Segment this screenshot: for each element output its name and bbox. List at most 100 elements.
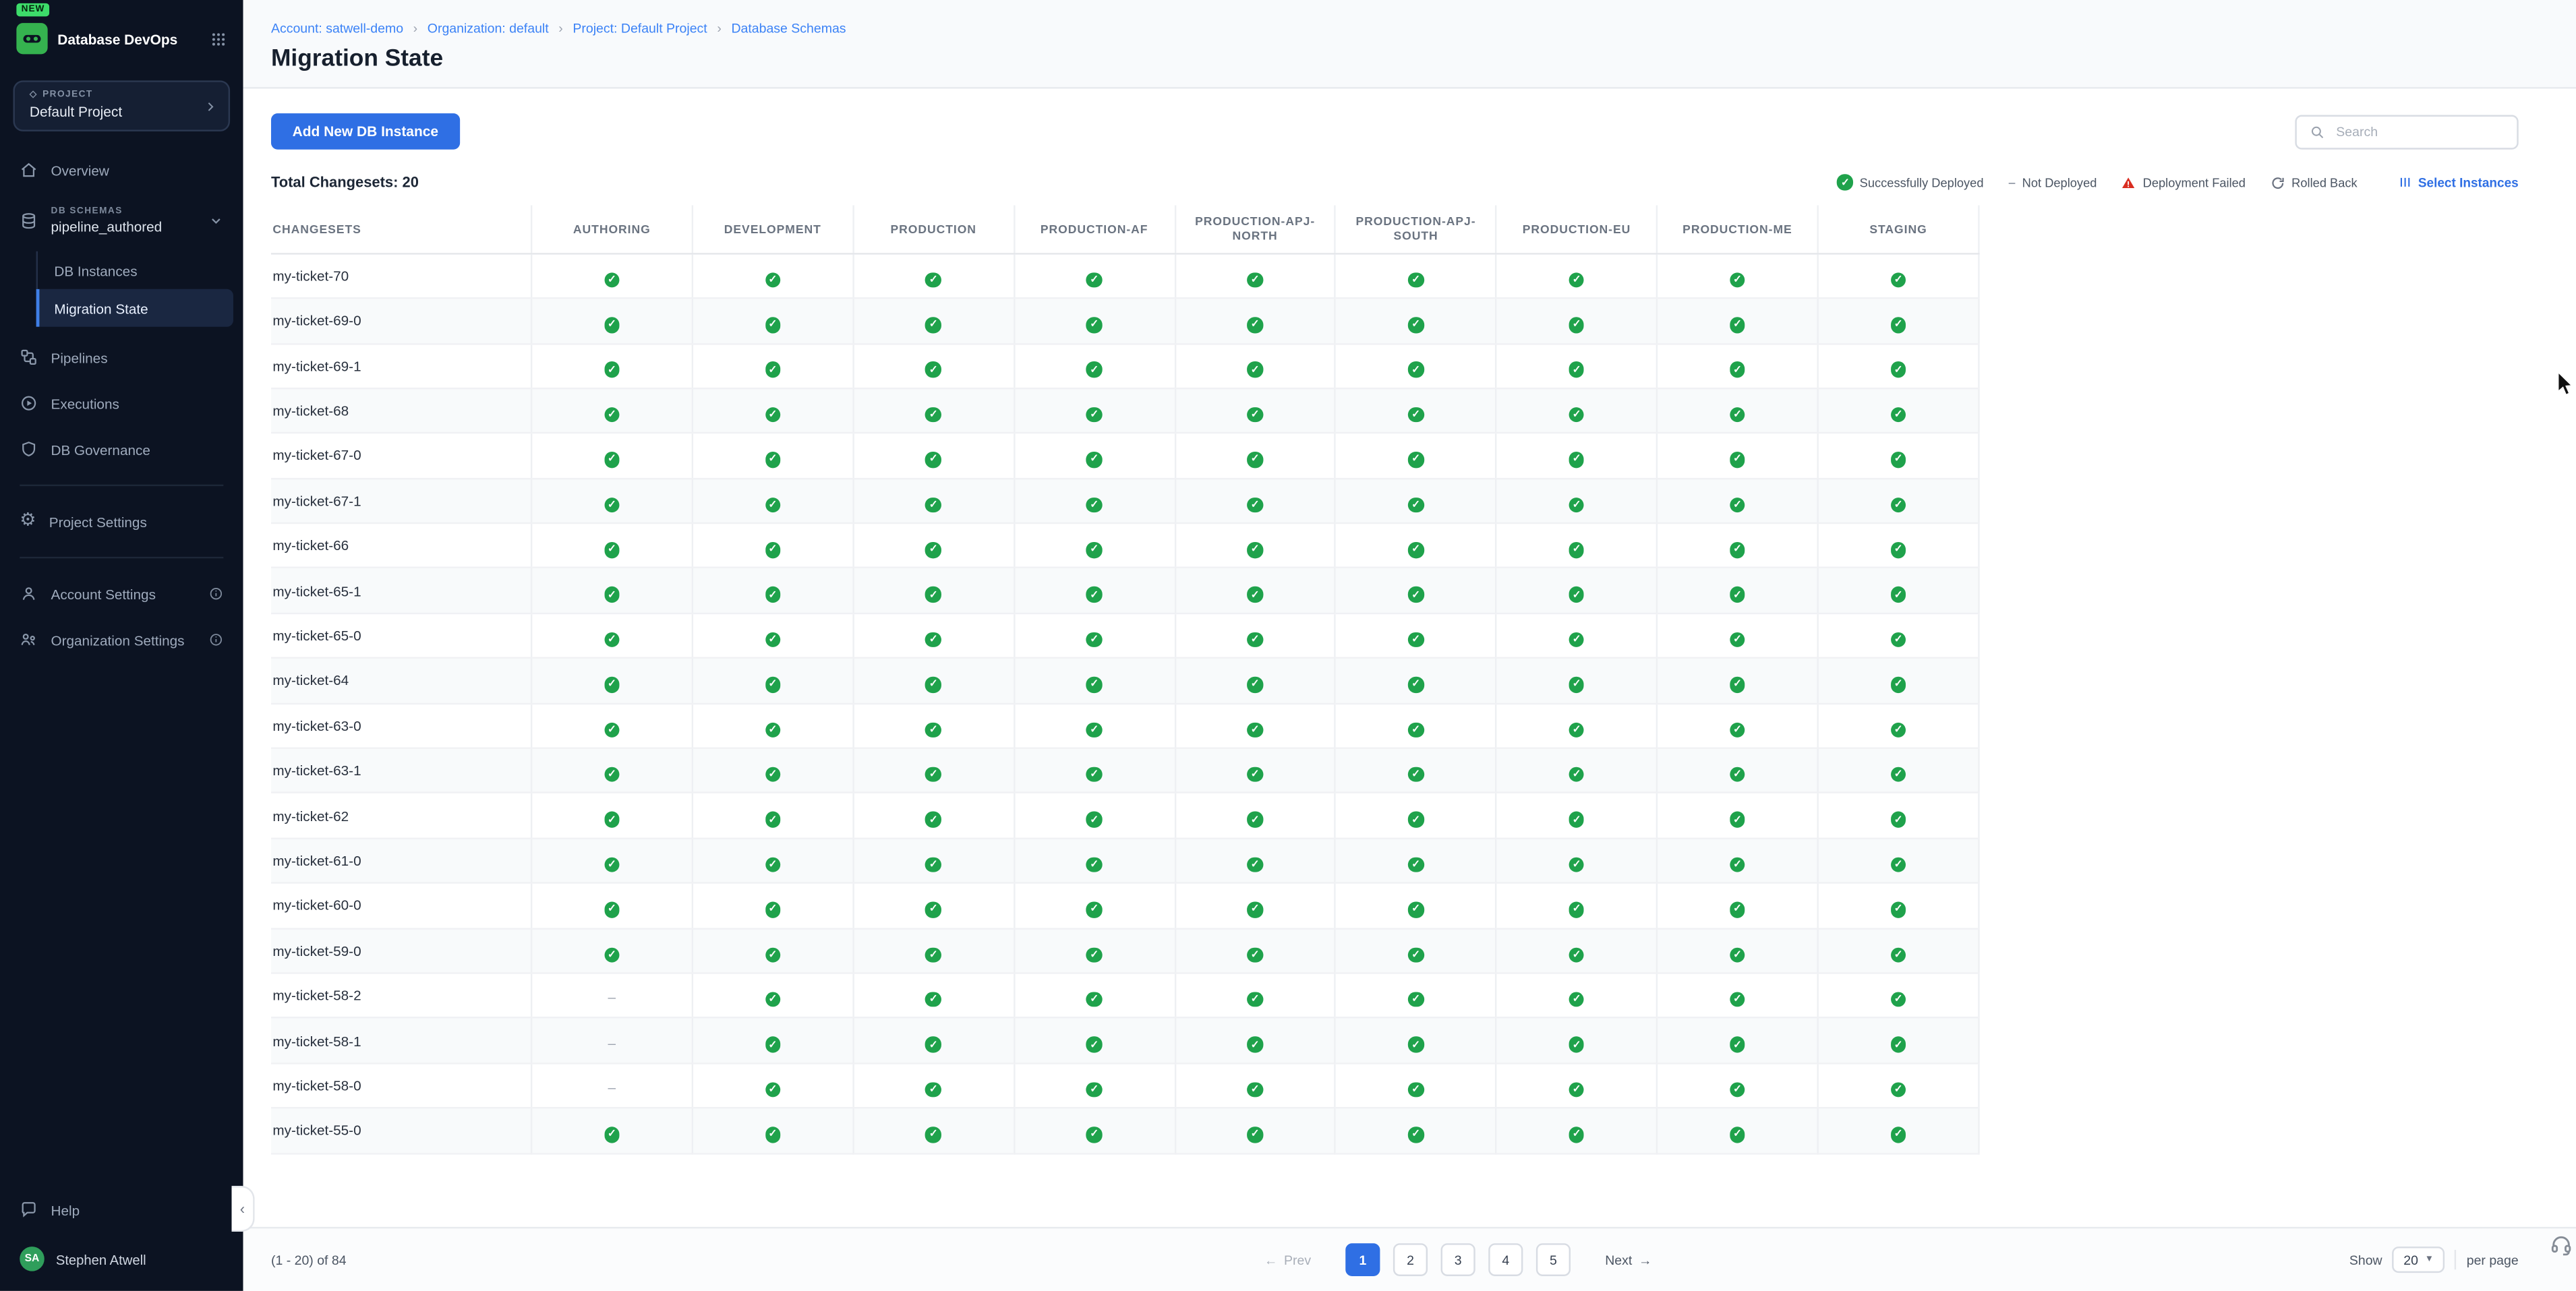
sidebar-item-db-governance[interactable]: DB Governance <box>0 429 243 470</box>
success-check-icon <box>1248 587 1263 603</box>
status-cell <box>1335 793 1496 838</box>
user-menu[interactable]: SA Stephen Atwell <box>0 1240 243 1291</box>
success-check-icon <box>765 452 780 467</box>
success-check-icon <box>1086 632 1102 647</box>
status-cell <box>1657 703 1817 748</box>
success-check-icon <box>1838 175 1853 190</box>
avatar: SA <box>20 1247 45 1271</box>
arrow-right-icon: → <box>1639 1253 1651 1267</box>
add-db-instance-button[interactable]: Add New DB Instance <box>271 113 460 150</box>
status-cell <box>1175 298 1335 343</box>
table-row: my-ticket-67-1 <box>271 478 1979 523</box>
sidebar-item-label: Account Settings <box>51 586 156 602</box>
success-check-icon <box>765 407 780 423</box>
sidebar-item-pipelines[interactable]: Pipelines <box>0 336 243 378</box>
breadcrumb-link[interactable]: Database Schemas <box>731 22 846 36</box>
success-check-icon <box>1408 272 1424 288</box>
sidebar-collapse-handle[interactable]: ‹ <box>232 1186 255 1232</box>
sidebar-item-help[interactable]: Help <box>0 1189 243 1230</box>
select-instances-button[interactable]: Select Instances <box>2399 175 2519 189</box>
status-cell <box>1496 883 1657 928</box>
sidebar-item-project-settings[interactable]: ⚙ Project Settings <box>0 501 243 542</box>
status-cell <box>853 343 1014 388</box>
success-check-icon <box>1248 857 1263 872</box>
sidebar-item-db-schemas[interactable]: DB SCHEMAS pipeline_authored <box>0 196 243 247</box>
success-check-icon <box>604 767 620 783</box>
sidebar-item-migration-state[interactable]: Migration State <box>36 289 233 327</box>
success-check-icon <box>1086 362 1102 378</box>
status-cell <box>1335 748 1496 793</box>
page-button-2[interactable]: 2 <box>1393 1243 1428 1276</box>
sidebar-item-account-settings[interactable]: Account Settings <box>0 573 243 614</box>
page-button-4[interactable]: 4 <box>1488 1243 1523 1276</box>
success-check-icon <box>1086 857 1102 872</box>
search-input[interactable] <box>2333 122 2503 140</box>
status-cell <box>1335 973 1496 1018</box>
page-header: Account: satwell-demo›Organization: defa… <box>243 0 2576 89</box>
status-cell <box>1175 1063 1335 1108</box>
info-icon[interactable] <box>208 632 223 647</box>
status-cell <box>693 748 853 793</box>
breadcrumb-link[interactable]: Account: satwell-demo <box>271 22 403 36</box>
status-cell <box>1175 973 1335 1018</box>
success-check-icon <box>1730 1082 1745 1098</box>
project-selector[interactable]: ◇ PROJECT Default Project <box>13 80 230 131</box>
app-logo-icon <box>16 23 47 54</box>
status-cell <box>1014 253 1174 299</box>
success-check-icon <box>1730 1127 1745 1142</box>
success-check-icon <box>1569 767 1584 783</box>
success-check-icon <box>1086 272 1102 288</box>
page-size-controls: Show 20 ▼ per page <box>2349 1247 2519 1273</box>
db-schemas-label: DB SCHEMAS <box>51 206 196 218</box>
status-cell <box>1818 658 1979 703</box>
success-check-icon <box>1248 407 1263 423</box>
success-check-icon <box>1408 947 1424 963</box>
sidebar-item-organization-settings[interactable]: Organization Settings <box>0 619 243 660</box>
status-cell <box>1818 928 1979 973</box>
changeset-name: my-ticket-59-0 <box>271 928 531 973</box>
success-check-icon <box>1086 1082 1102 1098</box>
status-cell <box>1335 703 1496 748</box>
changeset-name: my-ticket-68 <box>271 388 531 433</box>
page-button-5[interactable]: 5 <box>1536 1243 1571 1276</box>
status-cell <box>531 388 692 433</box>
status-cell <box>531 703 692 748</box>
success-check-icon <box>1890 1127 1906 1142</box>
support-headset-icon[interactable] <box>2550 1234 2573 1265</box>
arrow-left-icon: ← <box>1264 1253 1277 1267</box>
success-check-icon <box>926 902 941 918</box>
changeset-name: my-ticket-58-0 <box>271 1063 531 1108</box>
page-button-3[interactable]: 3 <box>1441 1243 1475 1276</box>
status-cell <box>531 658 692 703</box>
apps-grid-icon[interactable] <box>210 30 227 47</box>
success-check-icon <box>926 992 941 1007</box>
success-check-icon <box>1730 947 1745 963</box>
status-cell <box>1496 838 1657 883</box>
success-check-icon <box>926 812 941 827</box>
success-check-icon <box>1086 407 1102 423</box>
page-size-dropdown[interactable]: 20 ▼ <box>2392 1247 2445 1273</box>
status-cell <box>1335 523 1496 568</box>
success-check-icon <box>926 317 941 332</box>
status-cell <box>1335 838 1496 883</box>
sidebar-item-overview[interactable]: Overview <box>0 150 243 191</box>
page-button-1[interactable]: 1 <box>1345 1243 1380 1276</box>
search-box[interactable] <box>2295 114 2518 148</box>
sidebar-item-db-instances[interactable]: DB Instances <box>36 251 233 289</box>
help-chat-icon <box>20 1201 38 1219</box>
next-page-button[interactable]: Next → <box>1596 1251 1662 1269</box>
legend-deployed: Successfully Deployed <box>1838 175 1984 190</box>
success-check-icon <box>604 947 620 963</box>
breadcrumb-link[interactable]: Organization: default <box>428 22 549 36</box>
status-cell <box>1014 703 1174 748</box>
project-diamond-icon: ◇ <box>30 90 38 100</box>
success-check-icon <box>1569 1127 1584 1142</box>
success-check-icon <box>926 767 941 783</box>
breadcrumb-link[interactable]: Project: Default Project <box>573 22 707 36</box>
info-icon[interactable] <box>208 587 223 601</box>
success-check-icon <box>604 362 620 378</box>
prev-page-button[interactable]: ← Prev <box>1254 1251 1321 1269</box>
gear-icon: ⚙ <box>20 512 36 531</box>
column-header: PRODUCTION-EU <box>1496 206 1657 253</box>
sidebar-item-executions[interactable]: Executions <box>0 383 243 424</box>
